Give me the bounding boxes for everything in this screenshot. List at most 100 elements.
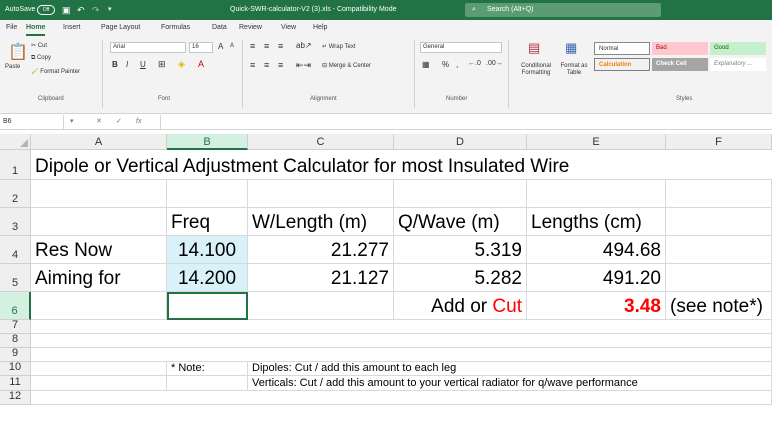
column-header-a[interactable]: A: [31, 134, 167, 150]
format-painter-button[interactable]: 🖌 Format Painter: [31, 68, 80, 75]
cell[interactable]: [527, 180, 666, 208]
row-header-11[interactable]: 11: [0, 376, 31, 391]
font-name-select[interactable]: Arial: [110, 42, 186, 53]
wlength-res-now[interactable]: 21.277: [248, 236, 394, 264]
copy-button[interactable]: ⧉ Copy: [31, 55, 51, 62]
tab-view[interactable]: View: [281, 20, 296, 36]
align-right-icon[interactable]: ≡: [278, 60, 283, 70]
column-header-f[interactable]: F: [666, 134, 772, 150]
increase-decimal-icon[interactable]: ←.0: [468, 60, 481, 67]
merge-center-button[interactable]: ⊟ Merge & Center: [322, 62, 371, 69]
cut-button[interactable]: ✂ Cut: [31, 42, 47, 49]
align-bottom-icon[interactable]: ≡: [278, 41, 283, 51]
qwave-aiming-for[interactable]: 5.282: [394, 264, 527, 292]
column-header-d[interactable]: D: [394, 134, 527, 150]
row-header-12[interactable]: 12: [0, 390, 31, 405]
row-label-aiming-for[interactable]: Aiming for: [31, 264, 167, 292]
decrease-decimal-icon[interactable]: .00→: [486, 60, 503, 67]
cell[interactable]: [666, 264, 772, 292]
row-header-1[interactable]: 1: [0, 150, 31, 180]
row-header-8[interactable]: 8: [0, 333, 31, 348]
style-check-cell[interactable]: Check Cell: [652, 58, 708, 71]
freq-res-now[interactable]: 14.100: [167, 236, 248, 264]
row-label-res-now[interactable]: Res Now: [31, 236, 167, 264]
align-left-icon[interactable]: ≡: [250, 60, 255, 70]
paste-icon[interactable]: 📋: [8, 42, 28, 62]
lengths-res-now[interactable]: 494.68: [527, 236, 666, 264]
fill-color-icon[interactable]: ◈: [178, 59, 185, 70]
cell[interactable]: [31, 348, 772, 362]
style-calculation[interactable]: Calculation: [594, 58, 650, 71]
conditional-formatting-icon[interactable]: ▤: [528, 40, 540, 56]
underline-button[interactable]: U: [140, 60, 146, 69]
percent-style-icon[interactable]: %: [442, 60, 449, 69]
name-box[interactable]: B6: [0, 115, 64, 129]
save-icon[interactable]: ▣: [62, 0, 71, 20]
row-header-4[interactable]: 4: [0, 236, 31, 264]
italic-button[interactable]: I: [126, 60, 128, 69]
qwave-res-now[interactable]: 5.319: [394, 236, 527, 264]
freq-aiming-for[interactable]: 14.200: [167, 264, 248, 292]
sheet-title[interactable]: Dipole or Vertical Adjustment Calculator…: [31, 150, 772, 180]
insert-function-button[interactable]: fx: [136, 115, 141, 129]
tab-insert[interactable]: Insert: [63, 20, 81, 36]
accounting-format-icon[interactable]: ▦: [422, 60, 430, 69]
cell[interactable]: [31, 362, 167, 376]
align-top-icon[interactable]: ≡: [250, 41, 255, 51]
note-label[interactable]: * Note:: [167, 362, 248, 376]
autosave-toggle[interactable]: Off: [37, 5, 55, 15]
column-header-c[interactable]: C: [248, 134, 394, 150]
orientation-icon[interactable]: ab↗: [296, 41, 312, 50]
cell[interactable]: [31, 292, 167, 320]
indent-icon[interactable]: ⇤⇥: [296, 60, 311, 71]
tab-data[interactable]: Data: [212, 20, 227, 36]
header-qwave[interactable]: Q/Wave (m): [394, 208, 527, 236]
cell[interactable]: [31, 376, 167, 391]
bold-button[interactable]: B: [112, 60, 118, 69]
add-or-cut-label[interactable]: Add or Cut: [394, 292, 527, 320]
see-note-ref[interactable]: (see note*): [666, 292, 772, 320]
search-input[interactable]: ⌕ Search (Alt+Q): [465, 3, 661, 17]
font-color-icon[interactable]: A: [198, 59, 204, 69]
cancel-icon[interactable]: ✕: [96, 115, 102, 129]
comma-style-icon[interactable]: ,: [456, 60, 458, 69]
formula-input[interactable]: [160, 115, 772, 129]
lengths-aiming-for[interactable]: 491.20: [527, 264, 666, 292]
cell[interactable]: [31, 391, 772, 405]
cell[interactable]: [31, 180, 167, 208]
cell[interactable]: [666, 180, 772, 208]
align-middle-icon[interactable]: ≡: [264, 41, 269, 51]
align-center-icon[interactable]: ≡: [264, 60, 269, 70]
cell[interactable]: [394, 180, 527, 208]
undo-icon[interactable]: ↶: [77, 0, 85, 20]
note-verticals[interactable]: Verticals: Cut / add this amount to your…: [248, 376, 772, 391]
wrap-text-button[interactable]: ↵ Wrap Text: [322, 43, 356, 50]
name-box-dropdown-icon[interactable]: ▾: [70, 115, 74, 129]
style-normal[interactable]: Normal: [594, 42, 650, 55]
row-header-2[interactable]: 2: [0, 180, 31, 208]
cell[interactable]: [666, 236, 772, 264]
select-all-button[interactable]: [0, 134, 31, 150]
style-bad[interactable]: Bad: [652, 42, 708, 55]
header-wlength[interactable]: W/Length (m): [248, 208, 394, 236]
tab-review[interactable]: Review: [239, 20, 262, 36]
wlength-aiming-for[interactable]: 21.127: [248, 264, 394, 292]
column-header-e[interactable]: E: [527, 134, 666, 150]
tab-help[interactable]: Help: [313, 20, 327, 36]
header-freq[interactable]: Freq: [167, 208, 248, 236]
tab-home[interactable]: Home: [26, 20, 46, 36]
row-header-5[interactable]: 5: [0, 264, 31, 292]
cell[interactable]: [167, 180, 248, 208]
cell[interactable]: [31, 320, 772, 334]
redo-icon[interactable]: ↷: [92, 0, 100, 20]
row-header-9[interactable]: 9: [0, 347, 31, 362]
cell[interactable]: [31, 208, 167, 236]
cell[interactable]: [248, 292, 394, 320]
column-header-b[interactable]: B: [167, 134, 248, 150]
header-lengths[interactable]: Lengths (cm): [527, 208, 666, 236]
shrink-font-button[interactable]: A: [230, 43, 234, 49]
cell[interactable]: [31, 334, 772, 348]
row-header-7[interactable]: 7: [0, 319, 31, 334]
cell[interactable]: [248, 180, 394, 208]
font-size-select[interactable]: 16: [189, 42, 213, 53]
